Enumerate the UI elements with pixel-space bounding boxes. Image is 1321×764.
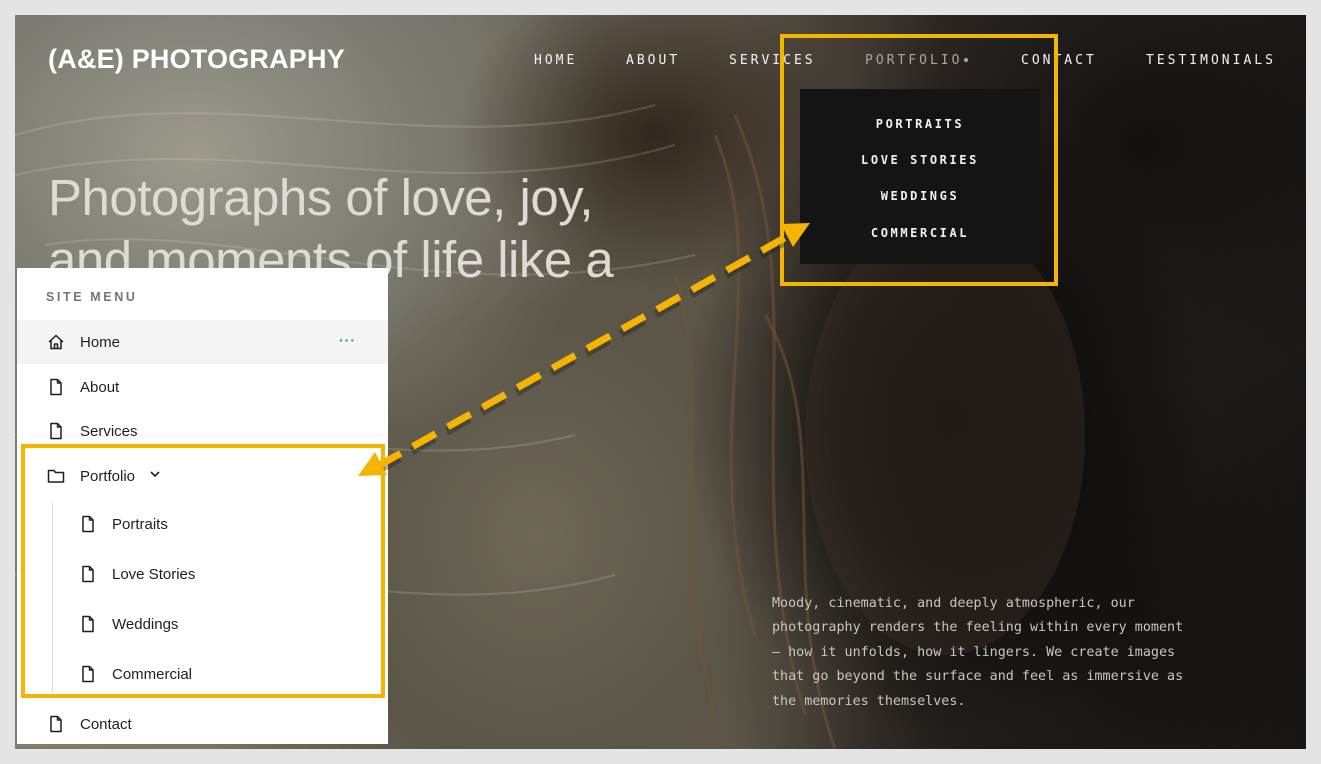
nav-testimonials[interactable]: TESTIMONIALS	[1146, 53, 1276, 68]
menu-label-home: Home	[80, 334, 121, 351]
page-icon	[50, 715, 62, 733]
menu-item-contact[interactable]: Contact	[17, 702, 388, 744]
menu-label-about: About	[80, 379, 120, 396]
site-menu-title: SITE MENU	[46, 290, 138, 304]
dropdown-highlight-box	[780, 34, 1058, 286]
more-options-icon[interactable]: ···	[339, 332, 356, 348]
menu-highlight-box	[21, 444, 385, 698]
menu-label-services: Services	[80, 423, 138, 440]
nav-home[interactable]: HOME	[534, 53, 577, 68]
home-icon	[48, 334, 64, 350]
page-icon	[50, 422, 62, 440]
menu-item-about[interactable]: About	[17, 365, 388, 409]
hero-tagline: Moody, cinematic, and deeply atmospheric…	[772, 596, 1184, 709]
menu-label-contact: Contact	[80, 716, 132, 733]
nav-about[interactable]: ABOUT	[626, 53, 680, 68]
page-icon	[50, 378, 62, 396]
site-nav: HOME ABOUT SERVICES PORTFOLIO CONTACT TE…	[15, 53, 1306, 73]
menu-item-home[interactable]: Home ···	[17, 320, 388, 364]
